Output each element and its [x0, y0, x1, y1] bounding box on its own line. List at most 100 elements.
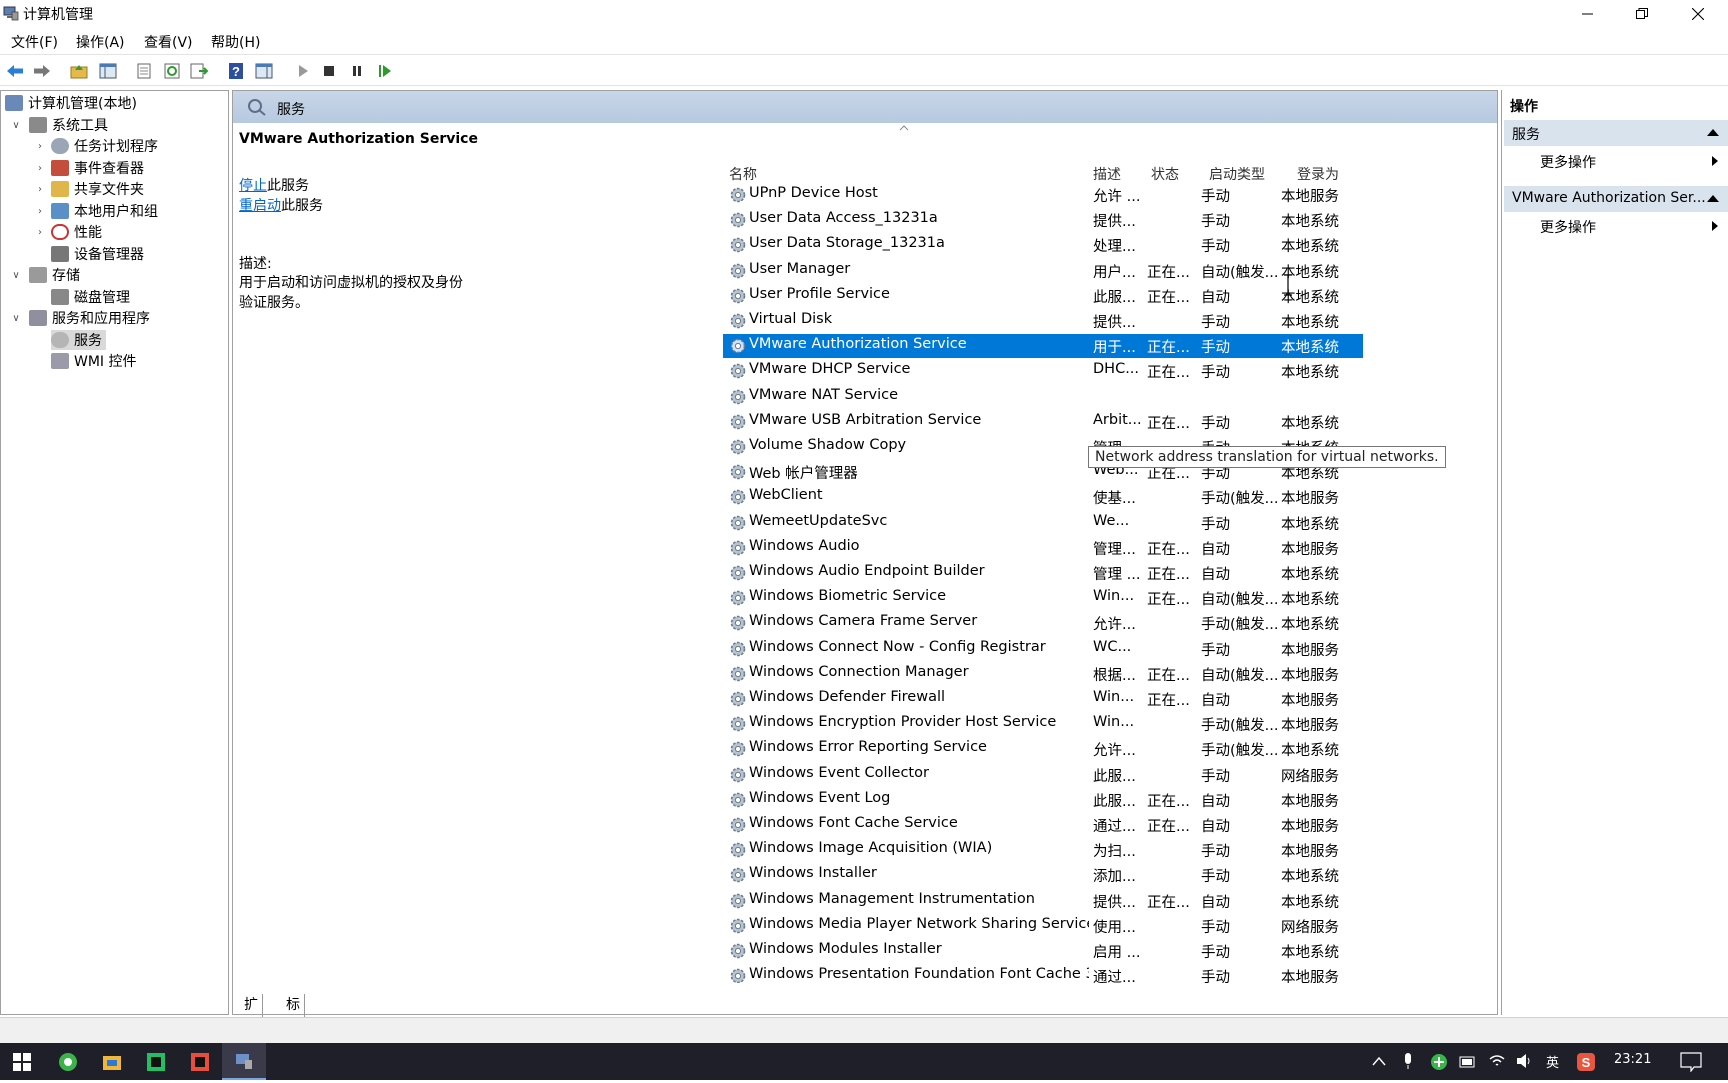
minimize-button[interactable] [1560, 0, 1616, 28]
ime-indicator[interactable]: 英 [1546, 1052, 1559, 1071]
tree-node-device-manager[interactable]: 设备管理器 [51, 244, 144, 264]
table-row[interactable]: Windows Audio 管理... 正在... 自动 本地服务 [723, 536, 1363, 560]
table-row[interactable]: User Data Storage_13231a 处理... 手动 本地系统 [723, 233, 1363, 257]
notification-center-icon[interactable] [1680, 1052, 1702, 1072]
restart-service-button[interactable] [375, 61, 395, 81]
tree-node-shared-folders[interactable]: › 共享文件夹 [33, 179, 144, 199]
show-hide-tree-button[interactable] [98, 61, 118, 81]
col-header-desc[interactable]: 描述 [1093, 164, 1121, 184]
more-actions-selected-service[interactable]: 更多操作 [1540, 217, 1596, 237]
ide-icon [147, 1052, 165, 1071]
microphone-icon[interactable] [1402, 1052, 1414, 1070]
table-row[interactable]: Windows Event Log 此服... 正在... 自动 本地服务 [723, 788, 1363, 812]
pause-service-button[interactable] [347, 61, 367, 81]
tree-node-event-viewer[interactable]: › 事件查看器 [33, 158, 144, 178]
taskbar-app-2[interactable] [90, 1043, 134, 1080]
tree-label: 任务计划程序 [74, 139, 158, 155]
table-row[interactable]: Windows Presentation Foundation Font Cac… [723, 964, 1363, 983]
table-row[interactable]: Windows Encryption Provider Host Service… [723, 712, 1363, 736]
table-row[interactable]: VMware USB Arbitration Service Arbit... 正在… [723, 410, 1363, 434]
tree-node-local-users[interactable]: › 本地用户和组 [33, 201, 158, 221]
shield-plus-icon[interactable] [1430, 1053, 1448, 1071]
table-row[interactable]: User Profile Service 此服... 正在... 自动 本地系统 [723, 284, 1363, 308]
table-row[interactable]: WebClient 使基... 手动(触发... 本地服务 [723, 485, 1363, 509]
service-gear-icon [730, 338, 746, 354]
service-startup-type: 手动(触发... [1201, 617, 1279, 634]
table-row[interactable]: Windows Media Player Network Sharing Ser… [723, 914, 1363, 938]
tree-node-task-scheduler[interactable]: › 任务计划程序 [33, 136, 158, 156]
table-row[interactable]: WemeetUpdateSvc We... 手动 本地系统 [723, 511, 1363, 535]
col-header-startup[interactable]: 启动类型 [1209, 164, 1265, 184]
table-row[interactable]: Windows Modules Installer 启用 ... 手动 本地系统 [723, 939, 1363, 963]
tree-node-system-tools[interactable]: ∨ 系统工具 [9, 115, 108, 135]
table-row[interactable]: Windows Event Collector 此服... 手动 网络服务 [723, 763, 1363, 787]
tree-node-services-apps[interactable]: ∨ 服务和应用程序 [9, 308, 150, 328]
volume-icon[interactable] [1516, 1053, 1534, 1069]
stop-service-button[interactable] [319, 61, 339, 81]
menu-action[interactable]: 操作(A) [76, 32, 125, 52]
table-row[interactable]: Windows Error Reporting Service 允许... 手动(触… [723, 737, 1363, 761]
table-row[interactable]: Windows Defender Firewall Win... 正在... 自动 本地… [723, 687, 1363, 711]
table-row[interactable]: VMware DHCP Service DHC... 正在... 手动 本地系统 [723, 359, 1363, 383]
tree-node-storage[interactable]: ∨ 存储 [9, 265, 80, 285]
restore-button[interactable] [1614, 0, 1670, 28]
forward-button[interactable] [32, 61, 52, 81]
more-actions-services[interactable]: 更多操作 [1540, 152, 1596, 172]
table-row[interactable]: User Manager 用户... 正在... 自动(触发... 本地系统 [723, 259, 1363, 283]
help-button[interactable]: ? [226, 61, 246, 81]
submenu-arrow-icon [1712, 221, 1718, 231]
taskbar-app-1[interactable] [46, 1043, 90, 1080]
start-service-button[interactable] [293, 61, 313, 81]
table-row[interactable]: Windows Camera Frame Server 允许... 手动(触发...… [723, 611, 1363, 635]
tree-node-performance[interactable]: › 性能 [33, 222, 102, 242]
start-button[interactable] [0, 1043, 44, 1080]
menu-view[interactable]: 查看(V) [144, 32, 193, 52]
tree-node-disk-management[interactable]: 磁盘管理 [51, 287, 130, 307]
table-row[interactable]: Windows Installer 添加... 手动 本地系统 [723, 863, 1363, 887]
service-gear-icon [730, 565, 746, 581]
table-row[interactable]: User Data Access_13231a 提供... 手动 本地系统 [723, 208, 1363, 232]
up-level-button[interactable] [69, 61, 89, 81]
table-row[interactable]: Virtual Disk 提供... 手动 本地系统 [723, 309, 1363, 333]
taskbar-app-3[interactable] [134, 1043, 178, 1080]
taskbar-computer-management[interactable] [222, 1043, 266, 1080]
refresh-button[interactable] [162, 61, 182, 81]
show-action-pane-button[interactable] [254, 61, 274, 81]
sogou-input-icon[interactable]: S [1576, 1052, 1596, 1072]
service-gear-icon [730, 641, 746, 656]
table-row[interactable]: Windows Biometric Service Win... 正在... 自动(触… [723, 586, 1363, 610]
table-row[interactable]: UPnP Device Host 允许 ... 手动 本地服务 [723, 183, 1363, 207]
back-button[interactable] [5, 61, 25, 81]
table-row[interactable]: Windows Connect Now - Config Registrar WC… [723, 637, 1363, 661]
tree-root[interactable]: 计算机管理(本地) [5, 93, 137, 113]
table-row[interactable]: Windows Management Instrumentation 提供... 正… [723, 889, 1363, 913]
tree-node-services[interactable]: 服务 [51, 330, 106, 350]
col-header-logon[interactable]: 登录为 [1297, 164, 1339, 184]
service-name: Windows Presentation Foundation Font Cac… [749, 966, 1089, 983]
chevron-up-icon[interactable] [1372, 1056, 1386, 1066]
table-row[interactable]: Windows Font Cache Service 通过... 正在... 自动 本地… [723, 813, 1363, 837]
service-gear-icon [730, 691, 746, 707]
table-row[interactable]: VMware NAT Service [723, 385, 1363, 409]
properties-button[interactable] [134, 61, 154, 81]
stop-service-link[interactable]: 停止 [239, 178, 267, 194]
menu-help[interactable]: 帮助(H) [211, 32, 260, 52]
menu-file[interactable]: 文件(F) [11, 32, 58, 52]
table-row[interactable]: Windows Connection Manager 根据... 正在... 自动(触… [723, 662, 1363, 686]
restart-service-link[interactable]: 重启动 [239, 198, 281, 214]
tree-node-wmi[interactable]: WMI 控件 [51, 351, 137, 371]
close-button[interactable] [1670, 0, 1726, 28]
actions-section-selected-service[interactable]: VMware Authorization Ser... [1504, 186, 1728, 212]
wifi-icon[interactable] [1488, 1053, 1506, 1069]
col-header-name[interactable]: 名称 [729, 164, 757, 184]
table-row[interactable]: Windows Audio Endpoint Builder 管理 ... 正在..… [723, 561, 1363, 585]
battery-icon[interactable] [1459, 1055, 1477, 1069]
clock[interactable]: 23:21 [1614, 1052, 1651, 1067]
col-header-status[interactable]: 状态 [1151, 164, 1179, 184]
taskbar-app-4[interactable] [178, 1043, 222, 1080]
export-list-button[interactable] [189, 61, 209, 81]
table-row-selected[interactable]: VMware Authorization Service 用于... 正在... 手动… [723, 334, 1363, 359]
table-row[interactable]: Windows Image Acquisition (WIA) 为扫... 手动 本地… [723, 838, 1363, 862]
actions-section-services[interactable]: 服务 [1504, 120, 1728, 146]
service-description: 提供... [1093, 214, 1136, 231]
